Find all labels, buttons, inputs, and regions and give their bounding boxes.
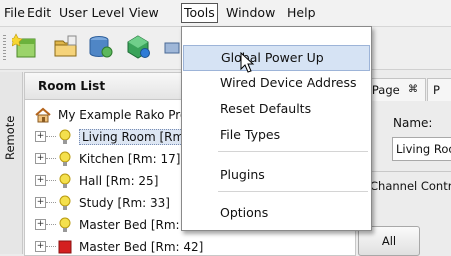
tab-second[interactable]: P bbox=[427, 78, 451, 101]
database-icon[interactable] bbox=[86, 33, 114, 61]
menu-file[interactable]: File bbox=[4, 5, 25, 21]
tree-room-label: Master Bed [Rm: bbox=[79, 218, 180, 232]
menubar: File Edit User Level View Tools Window H… bbox=[0, 0, 451, 27]
tools-menu: Global Power Up Wired Device Address Res… bbox=[181, 26, 372, 231]
tree-room-label: Hall [Rm: 25] bbox=[79, 174, 159, 188]
menu-help[interactable]: Help bbox=[287, 5, 316, 21]
menu-item-label: Wired Device Address bbox=[220, 75, 357, 90]
tab-close-icon[interactable]: ⌘ bbox=[408, 79, 418, 101]
menu-item-label: Options bbox=[220, 205, 269, 220]
bulb-icon bbox=[59, 173, 71, 188]
red-square-icon bbox=[58, 240, 72, 254]
divider bbox=[366, 171, 451, 172]
tree-room-label: Master Bed [Rm: 42] bbox=[79, 240, 204, 254]
sidebar-tab-remote[interactable]: Remote bbox=[0, 72, 23, 254]
room-list-title: Room List bbox=[38, 79, 106, 93]
menu-tools[interactable]: Tools bbox=[181, 3, 218, 23]
menu-item-reset-defaults[interactable]: Reset Defaults bbox=[183, 97, 370, 121]
channel-control-label: Channel Contro bbox=[370, 179, 451, 193]
house-icon bbox=[35, 107, 51, 123]
sidebar-tab-label: Remote bbox=[3, 115, 17, 160]
name-field[interactable]: Living Roo bbox=[392, 137, 451, 161]
bulb-icon bbox=[59, 217, 71, 232]
menu-item-label: Reset Defaults bbox=[220, 101, 312, 116]
menu-separator bbox=[218, 151, 368, 152]
tree-room-label: Study [Rm: 33] bbox=[79, 196, 170, 210]
expand-icon[interactable]: + bbox=[35, 175, 46, 186]
menu-separator bbox=[218, 191, 368, 192]
menu-edit[interactable]: Edit bbox=[27, 5, 51, 21]
tree-room-label: Living Room [Rm: bbox=[79, 129, 192, 145]
menu-item-label: Global Power Up bbox=[221, 50, 324, 65]
menu-user-level[interactable]: User Level bbox=[59, 5, 124, 21]
tree-room[interactable]: + Master Bed [Rm: 42] bbox=[25, 238, 355, 256]
menu-view[interactable]: View bbox=[129, 5, 159, 21]
toolbar-grip[interactable] bbox=[3, 35, 6, 61]
mouse-cursor-icon bbox=[240, 52, 255, 73]
name-label: Name: bbox=[393, 116, 433, 130]
tab-second-label: P bbox=[433, 83, 440, 97]
bulb-icon bbox=[59, 129, 71, 144]
new-project-icon[interactable] bbox=[12, 33, 40, 61]
menu-item-options[interactable]: Options bbox=[183, 201, 370, 225]
menu-item-label: File Types bbox=[220, 127, 281, 142]
menu-item-label: Plugins bbox=[220, 167, 265, 182]
add-device-icon[interactable] bbox=[124, 33, 152, 61]
expand-icon[interactable]: + bbox=[35, 197, 46, 208]
menu-item-wired-device-address[interactable]: Wired Device Address bbox=[183, 71, 370, 95]
expand-icon[interactable]: + bbox=[35, 219, 46, 230]
expand-icon[interactable]: + bbox=[35, 131, 46, 142]
expand-icon[interactable]: + bbox=[35, 153, 46, 164]
expand-icon[interactable]: + bbox=[35, 241, 46, 252]
bulb-icon bbox=[59, 151, 71, 166]
open-folder-icon[interactable] bbox=[52, 33, 80, 61]
menu-item-global-power-up[interactable]: Global Power Up bbox=[183, 45, 370, 71]
tree-root-label: My Example Rako Pro bbox=[58, 108, 188, 122]
menu-item-file-types[interactable]: File Types bbox=[183, 123, 370, 147]
bulb-icon bbox=[59, 195, 71, 210]
tree-room-label: Kitchen [Rm: 17] bbox=[79, 152, 181, 166]
menu-item-plugins[interactable]: Plugins bbox=[183, 163, 370, 187]
menu-window[interactable]: Window bbox=[226, 5, 275, 21]
